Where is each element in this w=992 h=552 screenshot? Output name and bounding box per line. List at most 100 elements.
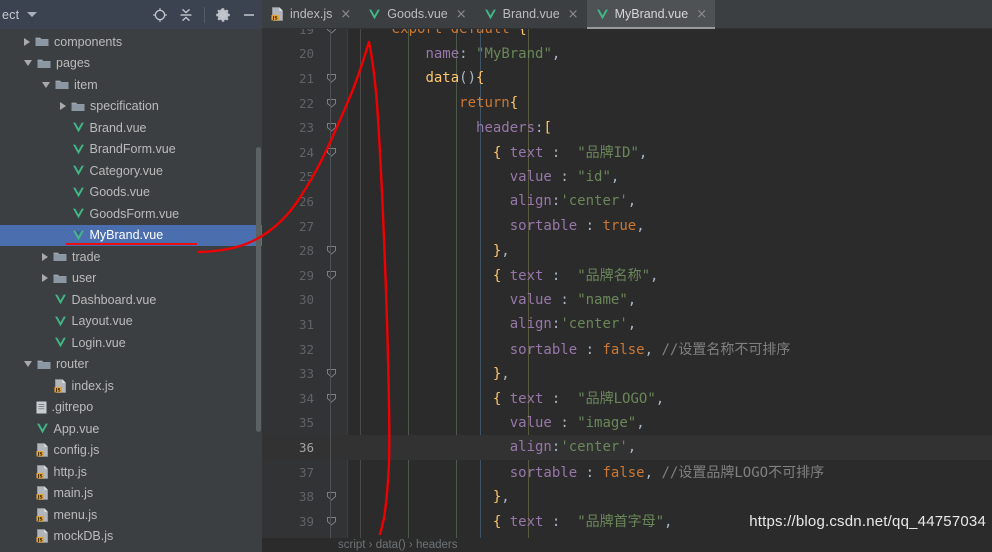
tree-item-router[interactable]: router [0,354,262,376]
tree-item-layout-vue[interactable]: Layout.vue [0,311,262,333]
tree-item-http-js[interactable]: JS http.js [0,461,262,483]
tree-item-config-js[interactable]: JS config.js [0,440,262,462]
fold-region-toggle[interactable] [314,491,348,502]
code-line[interactable]: 22 return{ [262,91,992,116]
tree-item-main-js[interactable]: JS main.js [0,483,262,505]
code-text: headers:[ [476,119,552,136]
collapse-arrow-icon[interactable] [24,60,32,67]
fold-region-toggle[interactable] [314,122,348,133]
project-tree[interactable]: components pages item specification Brand.vu… [0,29,262,552]
tree-item-user[interactable]: user [0,268,262,290]
tree-item-goods-vue[interactable]: Goods.vue [0,182,262,204]
tree-item-goodsform-vue[interactable]: GoodsForm.vue [0,203,262,225]
tree-scrollbar[interactable] [256,147,261,432]
tree-item-brand-vue[interactable]: Brand.vue [0,117,262,139]
tab-index-js[interactable]: JS index.js × [262,0,359,28]
tree-item-label: BrandForm.vue [89,142,176,157]
fold-region-toggle[interactable] [314,73,348,84]
chevron-down-icon[interactable] [27,12,38,17]
expand-arrow-icon[interactable] [42,274,48,283]
code-line[interactable]: 30 value : "name", [262,288,992,313]
tree-item-pages[interactable]: pages [0,53,262,75]
tree-item-category-vue[interactable]: Category.vue [0,160,262,182]
code-line[interactable]: 38 }, [262,484,992,509]
code-line[interactable]: 21 data(){ [262,66,992,91]
fold-marker-icon [326,123,336,132]
code-line[interactable]: 24 { text : "品牌ID", [262,140,992,165]
code-line[interactable]: 28 }, [262,238,992,263]
tab-mybrand-vue[interactable]: MyBrand.vue × [586,0,716,29]
vue-file-icon [54,293,67,306]
tree-item-index-js[interactable]: JS index.js [0,375,262,397]
tree-item-mybrand-vue[interactable]: MyBrand.vue [0,224,262,246]
code-line[interactable]: 33 }, [262,361,992,386]
tree-item-mockdb-js[interactable]: JS mockDB.js [0,526,262,548]
line-number: 39 [298,513,314,529]
collapse-arrow-icon[interactable] [24,361,32,368]
folder-icon [37,58,51,69]
hide-panel-icon[interactable] [236,0,262,29]
tree-item-brandform-vue[interactable]: BrandForm.vue [0,139,262,161]
vue-file-icon [54,336,67,349]
tree-item-dashboard-vue[interactable]: Dashboard.vue [0,289,262,311]
collapse-all-icon[interactable] [173,0,199,29]
expand-arrow-icon[interactable] [60,102,66,111]
project-panel-title[interactable]: ect [0,8,19,22]
expand-arrow-icon[interactable] [42,252,48,261]
code-line[interactable]: 37 sortable : false, //设置品牌LOGO不可排序 [262,460,992,485]
tree-item-components[interactable]: components [0,31,262,53]
tree-item-menu-js[interactable]: JS menu.js [0,504,262,526]
tree-item-login-vue[interactable]: Login.vue [0,332,262,354]
code-editor[interactable]: 19 export default {20 name: "MyBrand", 21… [262,29,992,552]
tree-item-app-vue[interactable]: App.vue [0,418,262,440]
breadcrumb[interactable]: script › data() › headers [262,538,992,552]
locate-file-icon[interactable] [147,0,173,29]
code-text: return{ [459,95,519,112]
folder-icon [55,79,69,90]
close-icon[interactable]: × [456,8,467,21]
fold-region-toggle[interactable] [314,393,348,404]
tree-item-specification[interactable]: specification [0,96,262,118]
tree-item--gitrepo[interactable]: .gitrepo [0,397,262,419]
code-line[interactable]: 20 name: "MyBrand", [262,42,992,67]
code-line[interactable]: 23 headers:[ [262,115,992,140]
svg-text:JS: JS [36,538,42,544]
code-text: sortable : false, //设置品牌LOGO不可排序 [509,465,825,482]
code-line[interactable]: 31 align:'center', [262,312,992,337]
line-number: 25 [298,169,314,185]
code-line[interactable]: 32 sortable : false, //设置名称不可排序 [262,337,992,362]
expand-arrow-icon[interactable] [24,37,30,46]
tree-item-trade[interactable]: trade [0,246,262,268]
tree-item-label: .gitrepo [51,400,94,415]
fold-region-toggle[interactable] [314,270,348,281]
close-icon[interactable]: × [340,8,351,21]
collapse-arrow-icon[interactable] [42,81,50,88]
close-icon[interactable]: × [568,8,579,21]
code-line[interactable]: 36 align:'center', [262,435,992,460]
tab-goods-vue[interactable]: Goods.vue × [359,0,474,28]
code-text: export default { [391,29,527,38]
code-line[interactable]: 35 value : "image", [262,411,992,436]
fold-region-toggle[interactable] [314,98,348,109]
folder-icon [53,273,67,284]
close-icon[interactable]: × [696,8,707,21]
fold-region-toggle[interactable] [314,516,348,527]
code-text: data(){ [425,70,485,87]
fold-region-toggle[interactable] [314,368,348,379]
code-line[interactable]: 34 { text : "品牌LOGO", [262,386,992,411]
tree-item-label: http.js [53,464,87,479]
code-line[interactable]: 25 value : "id", [262,165,992,190]
settings-gear-icon[interactable] [210,0,236,29]
code-line[interactable]: 29 { text : "品牌名称", [262,263,992,288]
fold-region-toggle[interactable] [314,245,348,256]
vue-file-icon [72,143,85,156]
fold-region-toggle[interactable] [314,147,348,158]
code-line[interactable]: 19 export default { [262,29,992,42]
editor-tab-bar: JS index.js × Goods.vue × Brand.vue × MyBrand.v… [262,0,992,29]
code-lines[interactable]: 19 export default {20 name: "MyBrand", 21… [262,29,992,552]
code-line[interactable]: 26 align:'center', [262,189,992,214]
fold-region-toggle[interactable] [314,29,348,35]
tree-item-item[interactable]: item [0,74,262,96]
code-line[interactable]: 27 sortable : true, [262,214,992,239]
tab-brand-vue[interactable]: Brand.vue × [475,0,587,28]
